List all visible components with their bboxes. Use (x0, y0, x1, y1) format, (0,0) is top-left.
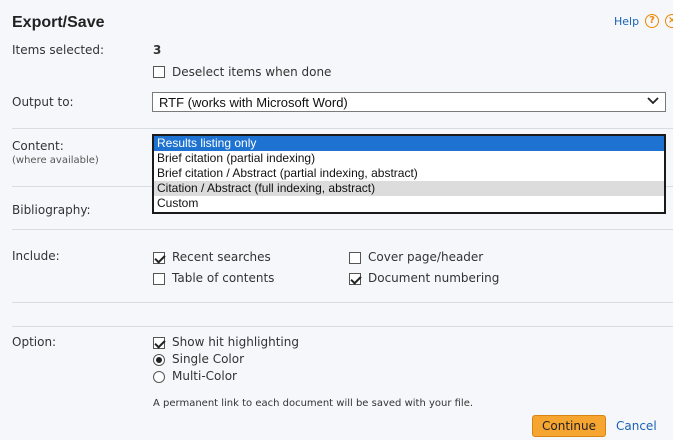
multi-color-radio[interactable] (153, 371, 165, 383)
content-label: Content: (12, 139, 64, 153)
permanent-link-note: A permanent link to each document will b… (153, 398, 474, 409)
recent-searches-label: Recent searches (172, 250, 271, 264)
bibliography-label: Bibliography: (12, 203, 91, 217)
deselect-items-label: Deselect items when done (172, 65, 332, 79)
help-area: Help ? × (614, 14, 673, 28)
cancel-link[interactable]: Cancel (616, 419, 657, 433)
divider (12, 128, 673, 129)
dialog-title: Export/Save (12, 14, 105, 31)
hit-highlighting-label: Show hit highlighting (172, 335, 299, 349)
document-numbering-checkbox[interactable] (349, 273, 361, 285)
recent-searches-checkbox[interactable] (153, 252, 165, 264)
multi-color-label: Multi-Color (172, 369, 237, 383)
single-color-label: Single Color (172, 352, 245, 366)
divider (12, 302, 673, 303)
cover-page-checkbox[interactable] (349, 252, 361, 264)
export-save-dialog: Export/Save Help ? × Items selected: 3 D… (0, 0, 673, 440)
content-option[interactable]: Citation / Abstract (full indexing, abst… (154, 181, 664, 196)
content-option[interactable]: Brief citation / Abstract (partial index… (154, 166, 664, 181)
cover-page-label: Cover page/header (368, 250, 484, 264)
table-of-contents-checkbox[interactable] (153, 273, 165, 285)
content-sublabel: (where available) (12, 155, 99, 166)
help-link[interactable]: Help (614, 15, 639, 28)
table-of-contents-label: Table of contents (172, 271, 275, 285)
output-format-select[interactable]: RTF (works with Microsoft Word) (152, 92, 666, 112)
include-label: Include: (12, 249, 60, 263)
continue-button[interactable]: Continue (532, 415, 606, 437)
chevron-down-icon (647, 97, 659, 105)
items-selected-label: Items selected: (12, 43, 105, 57)
deselect-items-checkbox[interactable] (153, 66, 165, 78)
content-option[interactable]: Brief citation (partial indexing) (154, 151, 664, 166)
divider (12, 229, 673, 230)
items-selected-count: 3 (153, 43, 162, 57)
divider (12, 326, 673, 327)
close-icon[interactable]: × (665, 14, 673, 28)
single-color-radio[interactable] (153, 354, 165, 366)
content-option[interactable]: Custom (154, 196, 664, 211)
content-option[interactable]: Results listing only (154, 136, 664, 151)
output-to-label: Output to: (12, 95, 74, 109)
content-dropdown-list[interactable]: Results listing only Brief citation (par… (152, 134, 666, 214)
hit-highlighting-checkbox[interactable] (153, 337, 165, 349)
output-format-value: RTF (works with Microsoft Word) (159, 95, 348, 110)
option-label: Option: (12, 335, 57, 349)
document-numbering-label: Document numbering (368, 271, 500, 285)
help-icon[interactable]: ? (645, 14, 660, 28)
